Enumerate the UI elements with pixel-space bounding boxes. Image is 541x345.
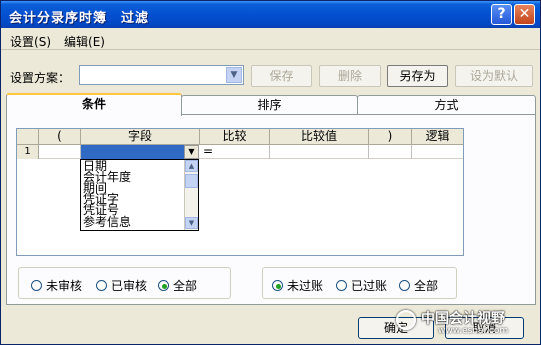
radio-audited[interactable]: 已审核 bbox=[96, 277, 147, 294]
radio-audit-all[interactable]: 全部 bbox=[158, 277, 197, 294]
radio-audited-icon bbox=[96, 280, 107, 291]
dropdown-scrollbar[interactable]: ▲ ▼ bbox=[184, 160, 198, 230]
save-as-button[interactable]: 另存为 bbox=[387, 65, 448, 87]
radio-unaudited-icon bbox=[31, 280, 42, 291]
watermark-text: 中国会计视野 bbox=[421, 311, 505, 327]
list-item[interactable]: 参考信息 bbox=[83, 216, 131, 228]
grid-header-compare-value: 比较值 bbox=[270, 129, 369, 145]
field-dropdown-arrow-icon[interactable]: ▼ bbox=[184, 145, 199, 159]
scroll-up-icon[interactable]: ▲ bbox=[185, 160, 198, 172]
radio-unaudited[interactable]: 未审核 bbox=[31, 277, 82, 294]
menu-edit-label: 编辑 bbox=[64, 35, 89, 49]
radio-unposted[interactable]: 未过账 bbox=[272, 277, 323, 294]
radio-audited-label: 已审核 bbox=[111, 279, 148, 293]
radio-post-all-label: 全部 bbox=[414, 279, 439, 293]
cell-divider bbox=[368, 145, 369, 159]
tab-conditions[interactable]: 条件 bbox=[6, 93, 182, 116]
help-button[interactable]: ? bbox=[491, 4, 512, 25]
radio-unaudited-label: 未审核 bbox=[46, 279, 83, 293]
menu-settings[interactable]: 设置(S) bbox=[10, 33, 51, 50]
window-title: 会计分录序时簿 过滤 bbox=[9, 11, 150, 26]
grid-header-logic: 逻辑 bbox=[412, 129, 463, 145]
radio-posted[interactable]: 已过账 bbox=[336, 277, 387, 294]
set-default-button[interactable]: 设为默认 bbox=[455, 65, 533, 87]
watermark-url: www.esnai.com bbox=[438, 326, 509, 336]
scroll-thumb[interactable] bbox=[185, 174, 198, 188]
radio-posted-icon bbox=[336, 280, 347, 291]
radio-audit-all-label: 全部 bbox=[173, 279, 198, 293]
row-number: 1 bbox=[17, 145, 39, 159]
grid-header-field: 字段 bbox=[81, 129, 200, 145]
compare-cell[interactable]: = bbox=[203, 144, 213, 158]
menu-edit[interactable]: 编辑(E) bbox=[64, 33, 105, 50]
chevron-down-icon[interactable]: ▼ bbox=[226, 67, 242, 83]
grid-header-rownum bbox=[17, 129, 39, 145]
radio-audit-all-icon bbox=[158, 280, 169, 291]
menu-bar: 设置(S) 编辑(E) bbox=[1, 28, 540, 50]
radio-unposted-label: 未过账 bbox=[287, 279, 324, 293]
radio-posted-label: 已过账 bbox=[351, 279, 388, 293]
scheme-select[interactable]: ▼ bbox=[79, 65, 244, 85]
watermark-logo-icon bbox=[396, 310, 416, 330]
close-button[interactable]: ✕ bbox=[514, 4, 535, 25]
radio-post-all[interactable]: 全部 bbox=[399, 277, 438, 294]
radio-post-all-icon bbox=[399, 280, 410, 291]
menu-settings-key: (S) bbox=[34, 35, 51, 49]
tab-sort[interactable]: 排序 bbox=[181, 95, 358, 115]
field-dropdown-list[interactable]: 日期 会计年度 期间 凭证字 凭证号 参考信息 ▲ ▼ bbox=[80, 159, 199, 231]
cell-divider bbox=[411, 145, 412, 159]
field-cell-selected[interactable] bbox=[81, 145, 199, 159]
grid-header-close-paren: ) bbox=[369, 129, 412, 145]
tab-mode[interactable]: 方式 bbox=[357, 95, 536, 115]
grid-header-open-paren: ( bbox=[39, 129, 81, 145]
save-button[interactable]: 保存 bbox=[251, 65, 312, 87]
filter-dialog: 会计分录序时簿 过滤 ? ✕ 设置(S) 编辑(E) 设置方案： ▼ 保存 删除… bbox=[0, 0, 541, 345]
menu-settings-label: 设置 bbox=[10, 35, 35, 49]
delete-button[interactable]: 删除 bbox=[319, 65, 381, 87]
posting-status-group: 未过账 已过账 全部 bbox=[262, 267, 457, 299]
menu-edit-key: (E) bbox=[88, 35, 105, 49]
scroll-down-icon[interactable]: ▼ bbox=[185, 217, 198, 229]
radio-unposted-icon bbox=[272, 280, 283, 291]
title-bar: 会计分录序时簿 过滤 ? ✕ bbox=[1, 1, 540, 28]
audit-status-group: 未审核 已审核 全部 bbox=[18, 267, 231, 299]
cell-divider bbox=[269, 145, 270, 159]
scheme-label: 设置方案： bbox=[10, 71, 71, 85]
grid-header-compare: 比较 bbox=[200, 129, 270, 145]
